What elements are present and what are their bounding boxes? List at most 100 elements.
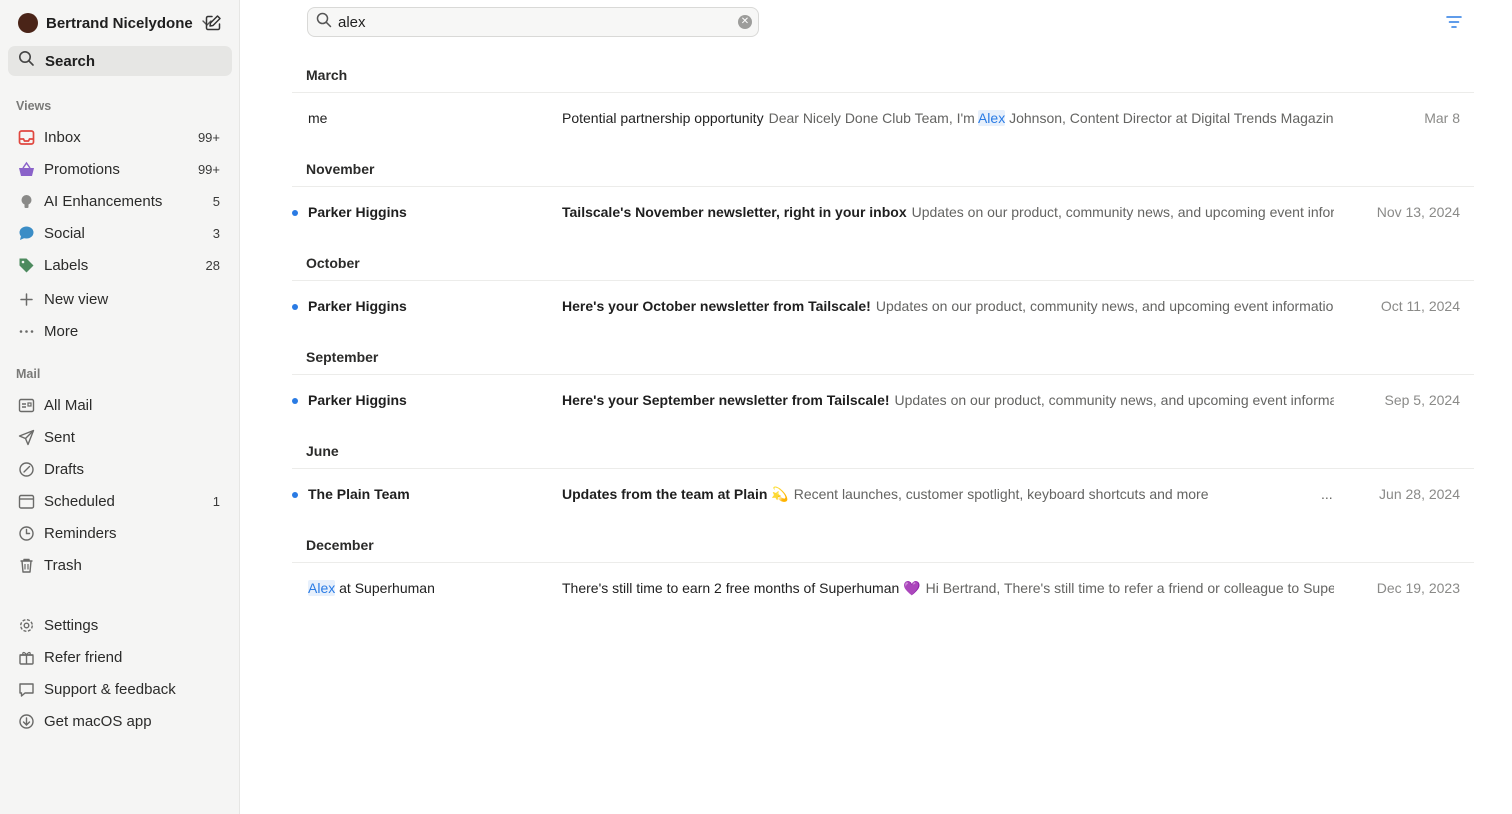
- email-subject-line: Here's your October newsletter from Tail…: [562, 298, 1334, 314]
- count-badge: 99+: [197, 161, 220, 177]
- unread-dot: [292, 304, 298, 310]
- search-highlight: Alex: [977, 110, 1006, 126]
- email-row[interactable]: me Potential partnership opportunity Dear…: [292, 104, 1474, 134]
- sidebar-item-social[interactable]: Social 3: [8, 219, 232, 247]
- unread-dot: [292, 398, 298, 404]
- inbox-icon: [18, 129, 35, 146]
- email-subject: Here's your October newsletter from Tail…: [562, 298, 871, 314]
- email-sender: Parker Higgins: [308, 298, 407, 314]
- email-date: Sep 5, 2024: [1384, 392, 1460, 408]
- sidebar-item-search[interactable]: Search: [8, 46, 232, 76]
- send-icon: [18, 429, 35, 446]
- sidebar-item-trash[interactable]: Trash: [8, 551, 232, 579]
- email-row[interactable]: Parker Higgins Here's your October newsl…: [292, 292, 1474, 322]
- sidebar-item-inbox[interactable]: Inbox 99+: [8, 123, 232, 151]
- group-header-december: December: [306, 537, 374, 553]
- email-row[interactable]: Alex at Superhuman There's still time to…: [292, 574, 1474, 604]
- email-snippet: Updates on our product, community news, …: [911, 204, 1334, 220]
- account-name: Bertrand Nicelydone: [46, 14, 193, 32]
- unread-dot: [292, 492, 298, 498]
- gear-icon: [18, 617, 35, 634]
- group-header-march: March: [306, 67, 348, 83]
- email-date: Oct 11, 2024: [1380, 298, 1460, 314]
- speech-bubble-icon: [18, 681, 35, 698]
- email-subject-line: There's still time to earn 2 free months…: [562, 580, 1334, 597]
- email-row[interactable]: The Plain Team Updates from the team at …: [292, 480, 1474, 510]
- gift-icon: [18, 649, 35, 666]
- email-snippet: Hi Bertrand, There's still time to refer…: [925, 580, 1334, 596]
- sidebar-item-label: Search: [45, 52, 96, 70]
- clear-search-icon[interactable]: ✕: [738, 15, 752, 29]
- group-header-september: September: [306, 349, 379, 365]
- email-subject-line: Tailscale's November newsletter, right i…: [562, 204, 1334, 220]
- sidebar-item-label: More: [44, 322, 79, 340]
- snippet-text: Johnson, Content Director at Digital Tre…: [1005, 110, 1334, 126]
- email-sender: Parker Higgins: [308, 204, 407, 220]
- email-date: Mar 8: [1424, 110, 1460, 126]
- sidebar-item-label: Get macOS app: [44, 712, 152, 730]
- trash-icon: [18, 557, 35, 574]
- email-sender: The Plain Team: [308, 486, 410, 502]
- drafts-icon: [18, 461, 35, 478]
- search-highlight: Alex: [308, 580, 336, 596]
- sidebar-item-all-mail[interactable]: All Mail: [8, 391, 232, 419]
- tag-icon: [18, 257, 35, 274]
- sidebar-item-settings[interactable]: Settings: [8, 611, 232, 639]
- sidebar-item-label: Inbox: [44, 128, 81, 146]
- email-sender: Alex at Superhuman: [308, 580, 435, 596]
- sidebar-item-promotions[interactable]: Promotions 99+: [8, 155, 232, 183]
- account-switcher[interactable]: Bertrand Nicelydone: [18, 11, 228, 35]
- search-icon: [316, 12, 332, 33]
- divider: [292, 562, 1474, 563]
- sidebar-item-labels[interactable]: Labels 28: [8, 251, 232, 279]
- views-section-label: Views: [16, 99, 52, 113]
- search-input[interactable]: [338, 13, 718, 31]
- sidebar-item-drafts[interactable]: Drafts: [8, 455, 232, 483]
- sidebar-item-ai-enhancements[interactable]: AI Enhancements 5: [8, 187, 232, 215]
- sidebar-item-refer-friend[interactable]: Refer friend: [8, 643, 232, 671]
- sidebar-item-support-feedback[interactable]: Support & feedback: [8, 675, 232, 703]
- email-subject: Here's your September newsletter from Ta…: [562, 392, 890, 408]
- sidebar-item-more[interactable]: More: [8, 317, 232, 345]
- sidebar: Bertrand Nicelydone Search Views Inbox 9…: [0, 0, 240, 814]
- compose-icon[interactable]: [204, 14, 222, 32]
- divider: [292, 374, 1474, 375]
- sidebar-item-scheduled[interactable]: Scheduled 1: [8, 487, 232, 515]
- mail-section-label: Mail: [16, 367, 41, 381]
- sidebar-item-sent[interactable]: Sent: [8, 423, 232, 451]
- snippet-text: Dear Nicely Done Club Team, I'm: [768, 110, 978, 126]
- group-header-june: June: [306, 443, 339, 459]
- count-badge: 1: [212, 493, 220, 509]
- download-icon: [18, 713, 35, 730]
- count-badge: 5: [212, 193, 220, 209]
- group-header-november: November: [306, 161, 375, 177]
- email-snippet: Updates on our product, community news, …: [894, 392, 1334, 408]
- unread-dot: [292, 210, 298, 216]
- count-badge: 28: [205, 257, 220, 273]
- more-dots-icon: [18, 323, 35, 340]
- chat-bubble-icon: [18, 225, 35, 242]
- sidebar-item-reminders[interactable]: Reminders: [8, 519, 232, 547]
- sidebar-item-get-macos-app[interactable]: Get macOS app: [8, 707, 232, 735]
- email-subject: Tailscale's November newsletter, right i…: [562, 204, 907, 220]
- email-row[interactable]: Parker Higgins Here's your September new…: [292, 386, 1474, 416]
- search-bar[interactable]: ✕: [307, 7, 759, 37]
- email-sender: Parker Higgins: [308, 392, 407, 408]
- sidebar-item-new-view[interactable]: New view: [8, 285, 232, 313]
- sidebar-item-label: Promotions: [44, 160, 120, 178]
- email-date: Dec 19, 2023: [1376, 580, 1460, 596]
- email-sender: me: [308, 110, 328, 126]
- sidebar-item-label: Social: [44, 224, 85, 242]
- sender-text: at Superhuman: [335, 580, 435, 596]
- sidebar-item-label: AI Enhancements: [44, 192, 163, 210]
- sidebar-item-label: All Mail: [44, 396, 93, 414]
- group-header-october: October: [306, 255, 360, 271]
- email-subject: Potential partnership opportunity: [562, 110, 764, 126]
- email-snippet: Updates on our product, community news, …: [875, 298, 1334, 314]
- divider: [292, 92, 1474, 93]
- avatar: [18, 13, 38, 33]
- sidebar-item-label: Support & feedback: [44, 680, 176, 698]
- email-row[interactable]: Parker Higgins Tailscale's November news…: [292, 198, 1474, 228]
- divider: [292, 186, 1474, 187]
- filter-icon[interactable]: [1446, 15, 1462, 29]
